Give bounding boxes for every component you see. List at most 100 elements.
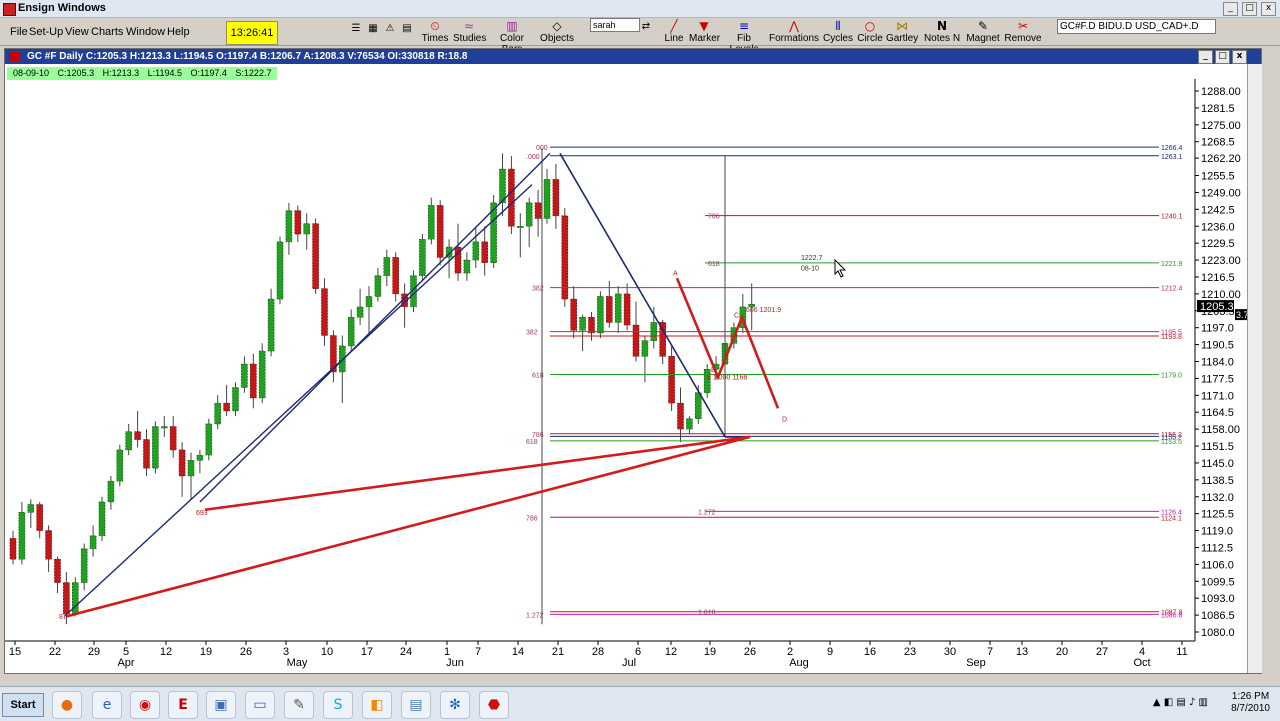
- objects-button[interactable]: ◇ Objects: [539, 18, 575, 45]
- cycles-button[interactable]: ⫴ Cycles: [822, 18, 854, 45]
- magnet-button[interactable]: ✎ Magnet: [965, 18, 1001, 45]
- x-axis-day-label: 19: [200, 646, 212, 658]
- red-app-icon[interactable]: ⬣: [479, 691, 509, 719]
- skype-icon[interactable]: S: [323, 691, 353, 719]
- price-chart[interactable]: 1266.41263.11240.11221.91212.41195.51193…: [5, 49, 1247, 673]
- cursor-tip: 08-10: [801, 265, 819, 272]
- x-axis-day-label: 7: [475, 646, 481, 658]
- candle: [107, 480, 115, 503]
- candle: [534, 202, 542, 219]
- fib-levels-button[interactable]: ≡Fib Levels: [723, 18, 765, 55]
- chart-window[interactable]: GC #F Daily C:1205.3 H:1213.3 L:1194.5 O…: [4, 48, 1262, 674]
- y-axis-label: 1229.5: [1201, 238, 1235, 250]
- candle: [80, 548, 88, 583]
- x-axis-day-label: 29: [88, 646, 100, 658]
- x-axis-day-label: 27: [1096, 646, 1108, 658]
- print-icon[interactable]: ▤: [401, 23, 413, 50]
- studies-icon: ≈: [463, 19, 475, 33]
- chart-scrollbar[interactable]: [1247, 64, 1262, 673]
- close-button[interactable]: x: [1261, 2, 1276, 16]
- broco-icon[interactable]: ◉: [130, 691, 160, 719]
- gartley-button[interactable]: ⋈ Gartley: [886, 18, 918, 45]
- menu-window[interactable]: Window: [126, 26, 165, 38]
- y-axis-label: 1171.0: [1201, 390, 1234, 402]
- profile-box[interactable]: sarah: [590, 18, 640, 32]
- x-axis-day-label: 21: [552, 646, 564, 658]
- menu-charts[interactable]: Charts: [91, 26, 123, 38]
- candle: [294, 210, 302, 235]
- y-axis-label: 1223.00: [1201, 255, 1241, 267]
- menu-view[interactable]: View: [65, 26, 89, 38]
- x-axis-day-label: 7: [987, 646, 993, 658]
- candle: [365, 296, 373, 308]
- x-axis-day-label: 22: [49, 646, 61, 658]
- firefox-icon[interactable]: ●: [52, 691, 82, 719]
- menu-file[interactable]: File: [10, 26, 28, 38]
- candle: [285, 210, 293, 243]
- candle: [63, 582, 70, 615]
- candle: [161, 426, 168, 429]
- screen-icon[interactable]: ▭: [245, 691, 275, 719]
- candle: [677, 402, 684, 430]
- circle-button[interactable]: ○ Circle: [857, 18, 883, 45]
- window-list-icon[interactable]: ☰: [350, 23, 362, 50]
- candle: [152, 426, 159, 469]
- candle: [169, 426, 177, 451]
- y-axis-label: 1164.5: [1201, 407, 1234, 419]
- network-icon[interactable]: ▤: [401, 691, 431, 719]
- line-tool-icon: ╱: [670, 19, 678, 33]
- candle: [223, 402, 230, 412]
- circle-icon: ○: [864, 19, 876, 33]
- abcd-red-line: [66, 435, 751, 618]
- magnet-icon: ✎: [977, 19, 989, 33]
- y-axis-label: 1151.5: [1201, 441, 1234, 453]
- notes-button[interactable]: N Notes N: [922, 18, 962, 45]
- internet-explorer-icon[interactable]: e: [92, 691, 122, 719]
- minimize-button[interactable]: _: [1223, 2, 1238, 16]
- snowflake-app-icon[interactable]: ✻: [440, 691, 470, 719]
- y-axis-label: 1184.0: [1201, 357, 1234, 369]
- marker-button[interactable]: ▼ Marker: [689, 18, 720, 45]
- alert-icon[interactable]: ⚠: [384, 23, 396, 50]
- start-button[interactable]: Start: [2, 693, 44, 717]
- candle: [561, 215, 569, 300]
- ensign-icon[interactable]: E: [168, 691, 198, 719]
- mid-mark: 693: [196, 510, 208, 517]
- profile-switch-icon[interactable]: ⇄: [638, 21, 654, 48]
- menu-setup[interactable]: Set-Up: [29, 26, 63, 38]
- symbol-list[interactable]: GC#F.D BIDU.D USD_CAD+.D: [1057, 19, 1216, 34]
- fib-right-label: 1263.1: [1161, 154, 1183, 161]
- fib-right-label: 1179.0: [1161, 373, 1182, 380]
- outlook-icon[interactable]: ▣: [206, 691, 236, 719]
- candle: [267, 298, 275, 352]
- x-axis-day-label: 17: [361, 646, 373, 658]
- x-axis-month-label: Sep: [966, 657, 986, 669]
- abcd-red-line: [204, 435, 751, 512]
- studies-button[interactable]: ≈ Studies: [453, 18, 486, 45]
- system-tray-icons[interactable]: ▲ ◧ ▤ ♪ ▥: [1153, 697, 1208, 708]
- pattern-label: 606 1201.9: [746, 307, 781, 314]
- line-button[interactable]: ╱ Line: [662, 18, 686, 45]
- menu-help[interactable]: Help: [167, 26, 190, 38]
- office-icon[interactable]: ◧: [362, 691, 392, 719]
- fib-right-label: 1266.4: [1161, 145, 1183, 152]
- candle: [214, 402, 221, 425]
- maximize-button[interactable]: □: [1242, 2, 1257, 16]
- layout-icon[interactable]: ▦: [367, 23, 379, 50]
- candle: [258, 350, 266, 399]
- times-button[interactable]: ⏲ Times: [420, 18, 450, 45]
- info-open: O:1197.4: [190, 68, 227, 78]
- candle: [232, 387, 239, 412]
- formations-button[interactable]: ⋀ Formations: [769, 18, 819, 45]
- trend-line: [199, 152, 551, 503]
- color-bars-button[interactable]: ▥Color Bars: [489, 18, 535, 55]
- tools-icon[interactable]: ✎: [284, 691, 314, 719]
- info-s: S:1222.7: [235, 68, 272, 78]
- remove-button[interactable]: ✂ Remove: [1004, 18, 1042, 45]
- trend-line: [559, 153, 726, 438]
- cycles-icon: ⫴: [835, 19, 841, 33]
- candle: [552, 179, 560, 217]
- fib-left-label: 1.272: [526, 612, 544, 619]
- pattern-point-d: D: [782, 416, 787, 423]
- y-axis-label: 1177.5: [1201, 373, 1234, 385]
